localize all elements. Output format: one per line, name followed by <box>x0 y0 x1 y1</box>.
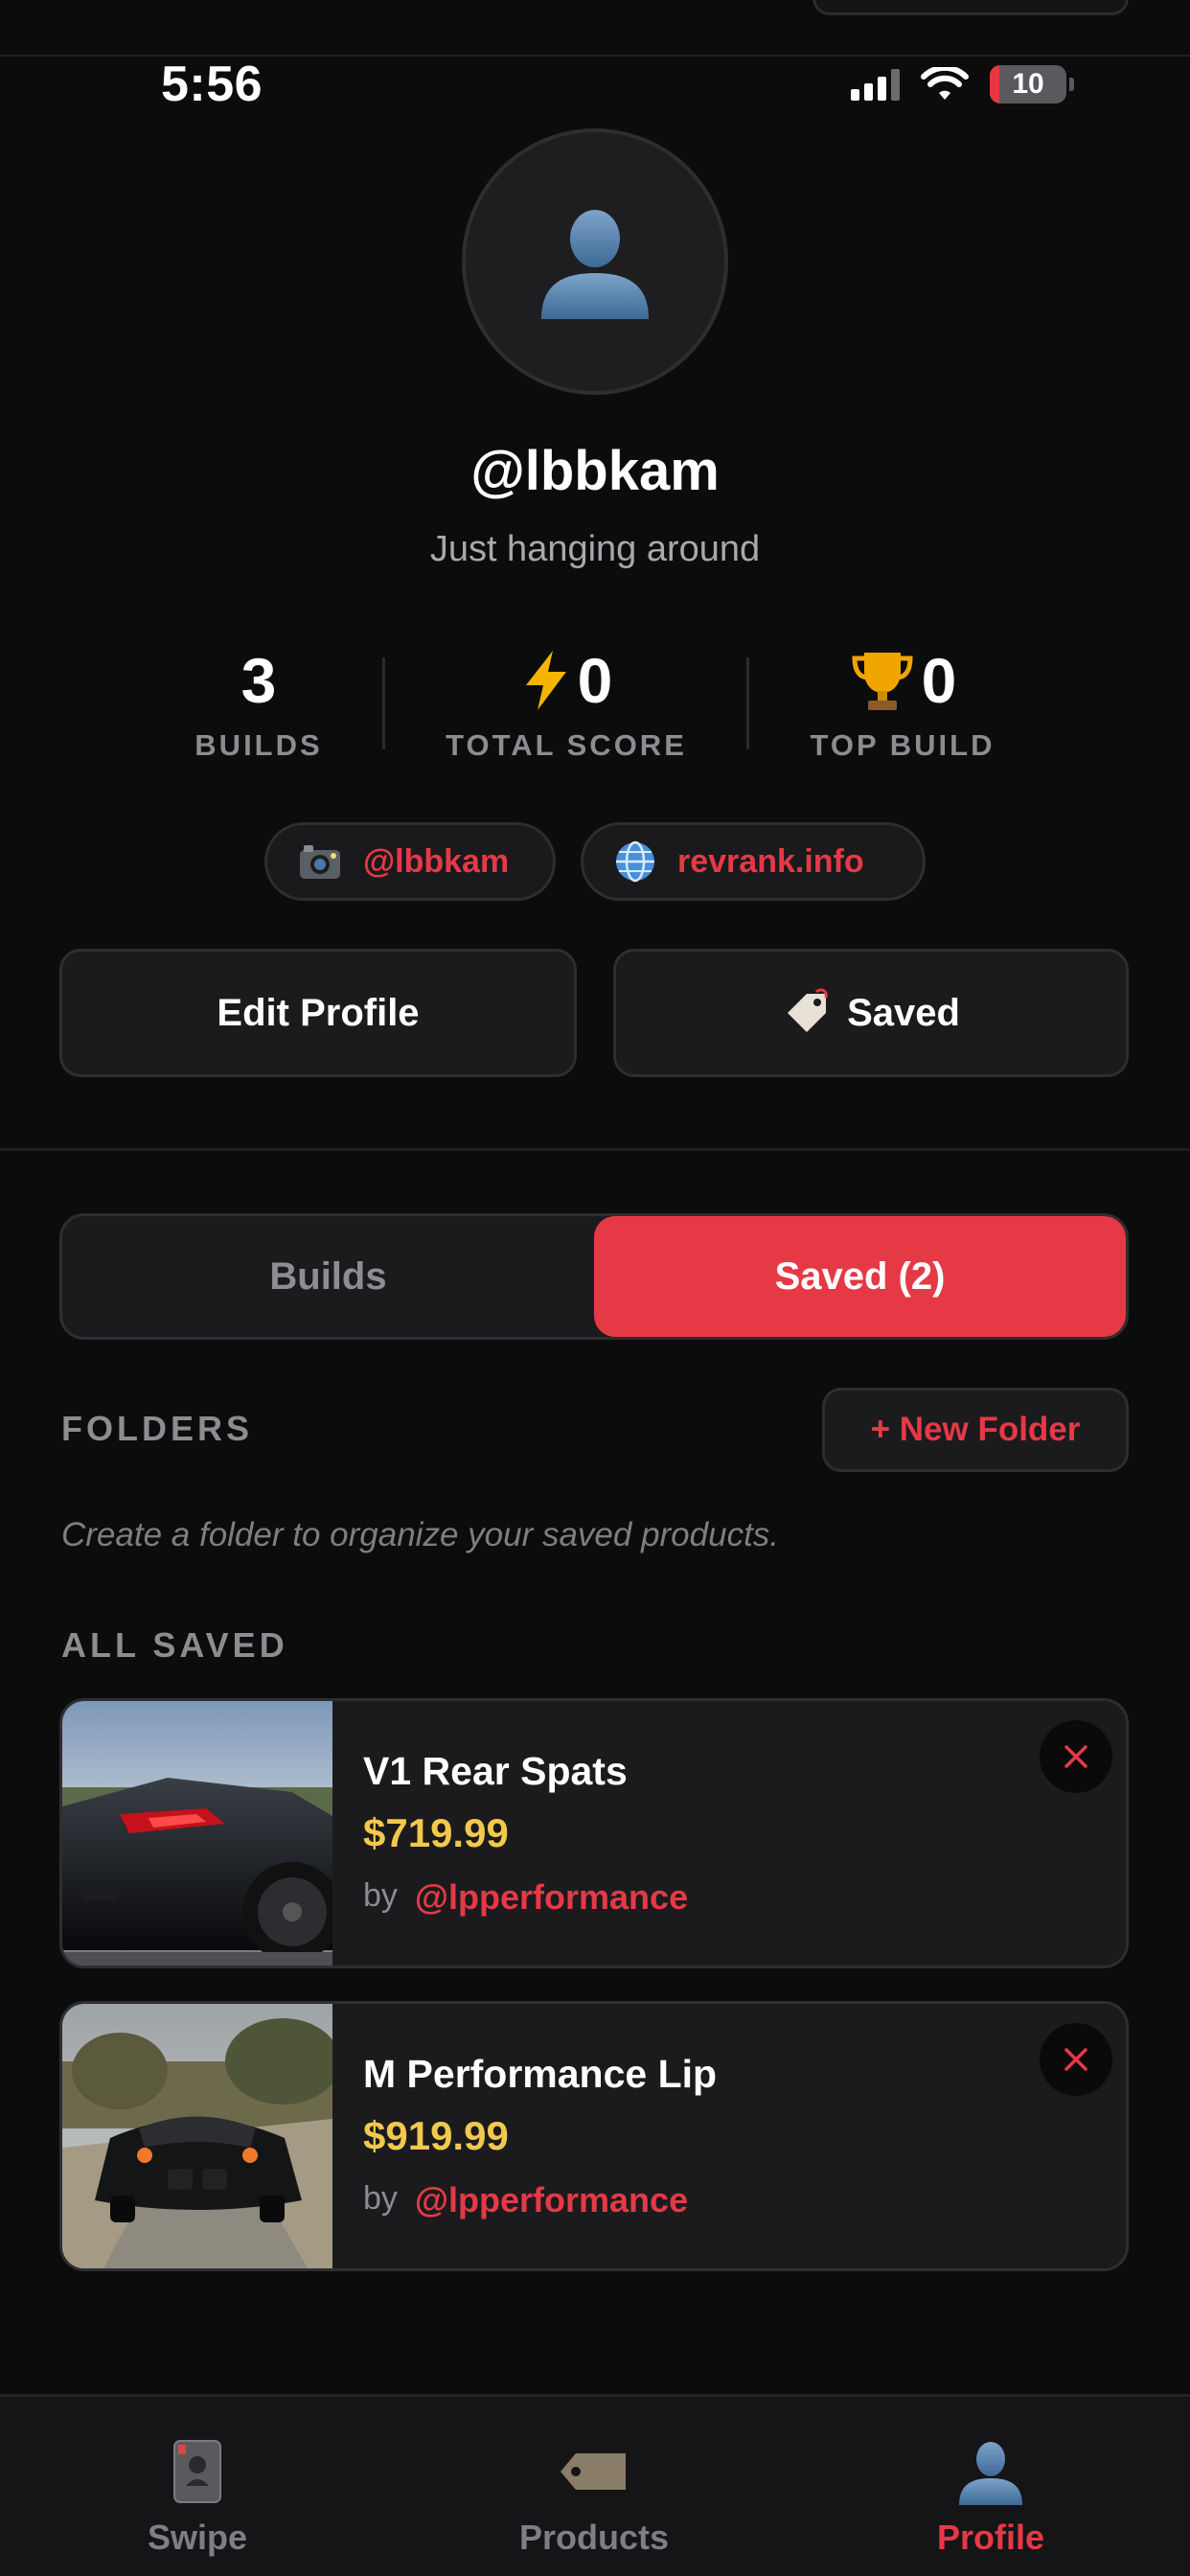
folders-heading: FOLDERS <box>61 1409 254 1448</box>
tag-icon <box>561 2453 626 2490</box>
saved-button-label: Saved <box>847 991 960 1034</box>
folders-empty-hint: Create a folder to organize your saved p… <box>61 1516 780 1553</box>
product-name: M Performance Lip <box>363 2052 718 2096</box>
card-icon <box>173 2440 221 2503</box>
bookmark-tag-icon <box>788 988 828 1032</box>
tab-profile-label: Profile <box>936 2518 1045 2557</box>
lightning-icon <box>525 651 566 710</box>
by-label: by <box>363 1877 398 1914</box>
stat-top-build-label: TOP BUILD <box>810 728 995 762</box>
by-label: by <box>363 2180 398 2217</box>
user-avatar-icon <box>541 210 649 319</box>
product-image <box>62 2004 332 2268</box>
status-time: 5:56 <box>161 57 263 112</box>
section-divider <box>0 1148 1190 1151</box>
tab-products[interactable]: Products <box>469 2435 719 2558</box>
stat-top-build-value: 0 <box>921 645 957 716</box>
stat-total-score: 0 TOTAL SCORE <box>431 640 701 763</box>
stat-builds-value: 3 <box>240 645 277 716</box>
stat-builds: 3 BUILDS <box>161 640 356 763</box>
product-price: $719.99 <box>363 1810 509 1855</box>
stat-builds-label: BUILDS <box>195 728 323 762</box>
new-folder-button[interactable]: + New Folder <box>822 1388 1129 1472</box>
website-url: revrank.info <box>677 842 864 880</box>
saved-product-card[interactable]: M Performance Lip $919.99 by @lpperforma… <box>59 2001 1129 2271</box>
cellular-signal-icon <box>851 68 900 101</box>
profile-username: @lbbkam <box>470 440 720 502</box>
edit-profile-button[interactable]: Edit Profile <box>59 949 577 1077</box>
tab-swipe-label: Swipe <box>147 2518 248 2557</box>
battery-indicator: 10 <box>990 65 1074 104</box>
edit-profile-label: Edit Profile <box>217 991 420 1034</box>
stat-total-score-label: TOTAL SCORE <box>446 728 687 762</box>
globe-icon <box>616 840 654 883</box>
profile-bio: Just hanging around <box>429 529 761 569</box>
tab-saved[interactable]: Saved (2) <box>594 1216 1126 1337</box>
product-price: $919.99 <box>363 2113 509 2158</box>
bottom-tab-bar: Swipe Products Profile <box>0 2394 1190 2576</box>
saved-button[interactable]: Saved <box>613 949 1129 1077</box>
avatar[interactable] <box>462 128 728 395</box>
top-partial-element <box>812 0 1129 15</box>
remove-saved-button[interactable] <box>1040 2023 1112 2096</box>
tab-builds[interactable]: Builds <box>62 1216 594 1337</box>
profile-tabs: Builds Saved (2) <box>59 1213 1129 1340</box>
product-seller-line: by @lpperformance <box>363 1877 688 1918</box>
tab-products-label: Products <box>518 2518 670 2557</box>
camera-icon <box>300 845 340 879</box>
battery-level: 10 <box>1012 68 1044 100</box>
product-image <box>62 1701 332 1966</box>
close-icon <box>1064 2048 1087 2071</box>
trophy-icon <box>852 653 913 710</box>
tab-profile[interactable]: Profile <box>866 2435 1115 2558</box>
product-name: V1 Rear Spats <box>363 1749 628 1793</box>
status-icons: 10 <box>851 61 1074 107</box>
tab-swipe[interactable]: Swipe <box>73 2435 322 2558</box>
wifi-icon <box>921 67 969 100</box>
product-seller-line: by @lpperformance <box>363 2180 688 2220</box>
seller-link[interactable]: @lpperformance <box>415 1877 688 1918</box>
stat-divider <box>746 657 749 749</box>
website-link-chip[interactable]: revrank.info <box>581 822 926 901</box>
user-icon <box>959 2442 1022 2505</box>
seller-link[interactable]: @lpperformance <box>415 2180 688 2220</box>
close-icon <box>1064 1745 1087 1768</box>
instagram-link-chip[interactable]: @lbbkam <box>264 822 556 901</box>
all-saved-heading: ALL SAVED <box>61 1625 288 1665</box>
stat-top-build: 0 TOP BUILD <box>797 640 1008 763</box>
profile-stats: 3 BUILDS 0 TOTAL SCORE 0 TOP BUILD <box>0 640 1190 765</box>
stat-total-score-value: 0 <box>577 645 613 716</box>
stat-divider <box>382 657 385 749</box>
remove-saved-button[interactable] <box>1040 1720 1112 1793</box>
saved-product-card[interactable]: V1 Rear Spats $719.99 by @lpperformance <box>59 1698 1129 1968</box>
instagram-handle: @lbbkam <box>363 842 510 880</box>
